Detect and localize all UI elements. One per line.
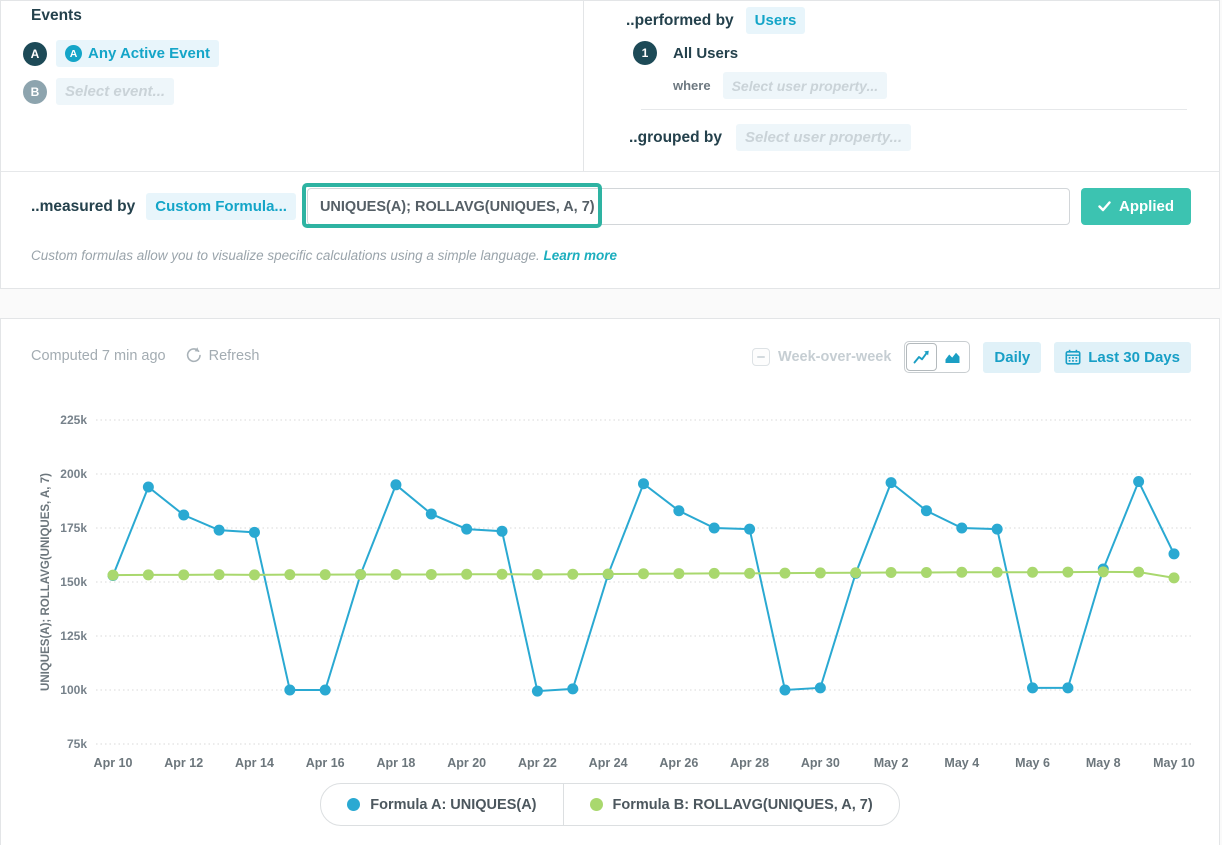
svg-text:75k: 75k — [67, 737, 87, 751]
line-chart-toggle[interactable] — [906, 343, 937, 371]
where-property-selector[interactable]: Select user property... — [723, 72, 888, 99]
learn-more-link[interactable]: Learn more — [544, 248, 618, 263]
svg-text:Apr 18: Apr 18 — [376, 756, 415, 770]
formula-helper-text: Custom formulas allow you to visualize s… — [31, 248, 617, 263]
svg-text:150k: 150k — [60, 575, 87, 589]
svg-text:May 2: May 2 — [874, 756, 909, 770]
refresh-button[interactable]: Refresh — [184, 346, 260, 365]
formula-input-wrap — [307, 188, 1070, 225]
all-users-row: 1 All Users — [633, 41, 738, 65]
grouped-by-row: ..grouped by Select user property... — [629, 124, 911, 151]
applied-label: Applied — [1119, 198, 1174, 215]
legend-formula-a-label: Formula A: UNIQUES(A) — [370, 797, 536, 813]
query-builder-panel: Events A A Any Active Event B Select eve… — [0, 0, 1220, 289]
svg-text:225k: 225k — [60, 413, 87, 427]
chart-controls: Week-over-week Daily — [752, 341, 1191, 373]
svg-text:Apr 22: Apr 22 — [518, 756, 557, 770]
performed-by-type-selector[interactable]: Users — [746, 7, 806, 34]
svg-text:Apr 10: Apr 10 — [94, 756, 133, 770]
chart-legend: Formula A: UNIQUES(A) Formula B: ROLLAVG… — [1, 783, 1219, 826]
event-badge-a: A — [23, 42, 47, 66]
svg-text:Apr 14: Apr 14 — [235, 756, 274, 770]
event-row-b: B Select event... — [23, 78, 174, 105]
check-icon — [1098, 201, 1111, 212]
week-over-week-toggle[interactable]: Week-over-week — [752, 348, 891, 366]
grouped-by-property-selector[interactable]: Select user property... — [736, 124, 911, 151]
measured-by-row: ..measured by Custom Formula... Applied — [1, 171, 1219, 241]
calendar-icon — [1065, 349, 1081, 365]
area-chart-toggle[interactable] — [937, 343, 968, 371]
chart-panel: Computed 7 min ago Refresh Week-over-wee… — [0, 318, 1220, 845]
event-selector-a-label: Any Active Event — [88, 45, 210, 62]
measured-by-label: ..measured by — [31, 198, 135, 216]
date-range-selector[interactable]: Last 30 Days — [1054, 342, 1191, 373]
refresh-icon — [184, 346, 203, 365]
event-selector-b[interactable]: Select event... — [56, 78, 174, 105]
daily-label: Daily — [994, 349, 1030, 366]
svg-text:Apr 20: Apr 20 — [447, 756, 486, 770]
formula-input[interactable] — [307, 188, 1070, 225]
svg-text:175k: 175k — [60, 521, 87, 535]
svg-text:Apr 30: Apr 30 — [801, 756, 840, 770]
svg-text:May 10: May 10 — [1153, 756, 1195, 770]
active-event-icon: A — [65, 45, 82, 62]
svg-text:Apr 28: Apr 28 — [730, 756, 769, 770]
events-title: Events — [31, 7, 82, 25]
event-selector-a[interactable]: A Any Active Event — [56, 40, 219, 67]
event-row-a: A A Any Active Event — [23, 40, 219, 67]
line-chart-icon — [913, 350, 930, 365]
svg-text:May 6: May 6 — [1015, 756, 1050, 770]
area-chart-icon — [944, 350, 961, 365]
refresh-label: Refresh — [209, 348, 260, 364]
event-segmentation-page: Events A A Any Active Event B Select eve… — [0, 0, 1222, 845]
svg-text:Apr 24: Apr 24 — [589, 756, 628, 770]
svg-text:UNIQUES(A); ROLLAVG(UNIQUES, A: UNIQUES(A); ROLLAVG(UNIQUES, A, 7) — [40, 473, 52, 691]
svg-text:May 4: May 4 — [944, 756, 979, 770]
legend-item-formula-b[interactable]: Formula B: ROLLAVG(UNIQUES, A, 7) — [564, 784, 899, 825]
svg-text:May 8: May 8 — [1086, 756, 1121, 770]
measurement-type-selector[interactable]: Custom Formula... — [146, 193, 296, 220]
grouped-by-label: ..grouped by — [629, 129, 722, 147]
performed-by-divider — [641, 109, 1187, 110]
performed-by-label: ..performed by — [626, 12, 734, 30]
formula-a-color-dot — [347, 798, 360, 811]
chart-status-bar: Computed 7 min ago Refresh — [31, 346, 259, 365]
date-range-label: Last 30 Days — [1088, 349, 1180, 366]
event-badge-b: B — [23, 80, 47, 104]
week-over-week-label: Week-over-week — [778, 349, 891, 365]
chart-type-toggle — [904, 341, 970, 373]
computed-timestamp: Computed 7 min ago — [31, 348, 166, 364]
svg-text:100k: 100k — [60, 683, 87, 697]
segment-badge-1: 1 — [633, 41, 657, 65]
where-row: where Select user property... — [673, 72, 887, 99]
formula-b-color-dot — [590, 798, 603, 811]
svg-text:125k: 125k — [60, 629, 87, 643]
where-label: where — [673, 78, 711, 93]
legend-item-formula-a[interactable]: Formula A: UNIQUES(A) — [321, 784, 562, 825]
svg-text:200k: 200k — [60, 467, 87, 481]
interval-selector[interactable]: Daily — [983, 342, 1041, 373]
legend-formula-b-label: Formula B: ROLLAVG(UNIQUES, A, 7) — [613, 797, 873, 813]
checkbox-indeterminate-icon — [752, 348, 770, 366]
segmentation-chart[interactable]: 225k 200k 175k 150k 125k 100k 75k Apr 10 Apr 12 A… — [1, 389, 1222, 789]
svg-text:Apr 16: Apr 16 — [306, 756, 345, 770]
applied-button[interactable]: Applied — [1081, 188, 1191, 225]
svg-text:Apr 26: Apr 26 — [659, 756, 698, 770]
panel-divider — [583, 1, 584, 171]
svg-text:Apr 12: Apr 12 — [164, 756, 203, 770]
all-users-label: All Users — [673, 45, 738, 62]
performed-by-row: ..performed by Users — [626, 7, 805, 34]
